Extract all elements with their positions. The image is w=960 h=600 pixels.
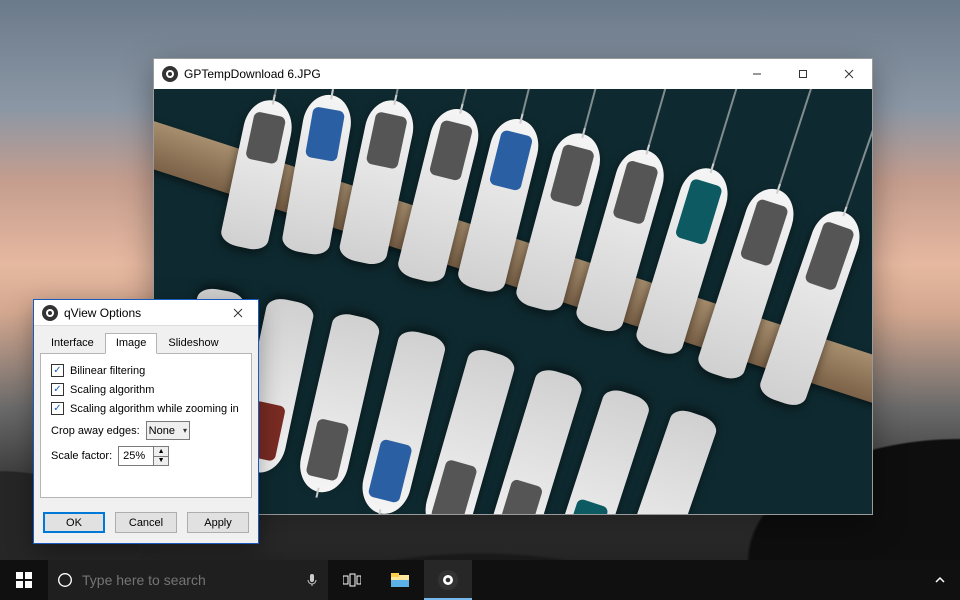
options-dialog-title: qView Options — [64, 306, 218, 320]
options-tabs: Interface Image Slideshow — [40, 332, 252, 354]
tab-slideshow[interactable]: Slideshow — [157, 333, 229, 354]
crop-edges-label: Crop away edges: — [51, 425, 140, 437]
scaling-algorithm-checkbox[interactable]: ✓ Scaling algorithm — [51, 383, 154, 396]
chevron-up-icon — [935, 575, 945, 585]
bilinear-filtering-checkbox[interactable]: ✓ Bilinear filtering — [51, 364, 145, 377]
windows-logo-icon — [16, 572, 32, 588]
ok-button[interactable]: OK — [43, 512, 105, 533]
spinner-up-button[interactable]: ▲ — [154, 447, 168, 456]
taskbar-search[interactable] — [48, 560, 328, 600]
taskbar-app-file-explorer[interactable] — [376, 560, 424, 600]
chevron-down-icon: ▾ — [183, 426, 187, 435]
cancel-button[interactable]: Cancel — [115, 512, 177, 533]
tray-overflow-button[interactable] — [920, 560, 960, 600]
taskbar-search-input[interactable] — [82, 572, 296, 588]
taskbar-app-qview[interactable] — [424, 560, 472, 600]
crop-edges-value: None — [149, 425, 175, 437]
microphone-icon[interactable] — [304, 572, 320, 588]
scale-factor-spinner[interactable]: 25% ▲ ▼ — [118, 446, 169, 466]
scaling-algorithm-label: Scaling algorithm — [70, 384, 154, 396]
options-dialog: qView Options Interface Image Slideshow … — [33, 299, 259, 544]
scaling-zoom-label: Scaling algorithm while zooming in — [70, 403, 239, 415]
tab-interface[interactable]: Interface — [40, 333, 105, 354]
image-viewer-canvas[interactable] — [154, 89, 872, 514]
file-explorer-icon — [391, 573, 409, 587]
apply-button[interactable]: Apply — [187, 512, 249, 533]
task-view-icon — [343, 573, 361, 587]
qview-app-icon — [42, 305, 58, 321]
scale-factor-value: 25% — [119, 447, 153, 465]
image-viewer-window: GPTempDownload 6.JPG — [153, 58, 873, 515]
taskbar-spacer — [472, 560, 920, 600]
image-viewer-titlebar[interactable]: GPTempDownload 6.JPG — [154, 59, 872, 89]
qview-app-icon — [162, 66, 178, 82]
tab-image[interactable]: Image — [105, 333, 158, 354]
task-view-button[interactable] — [328, 560, 376, 600]
taskbar — [0, 560, 960, 600]
dialog-button-row: OK Cancel Apply — [34, 504, 258, 543]
close-button[interactable] — [826, 59, 872, 89]
minimize-button[interactable] — [734, 59, 780, 89]
checkbox-checked-icon: ✓ — [51, 383, 64, 396]
close-button[interactable] — [218, 300, 258, 326]
image-viewer-title: GPTempDownload 6.JPG — [184, 67, 734, 81]
checkbox-checked-icon: ✓ — [51, 364, 64, 377]
bilinear-filtering-label: Bilinear filtering — [70, 365, 145, 377]
scale-factor-label: Scale factor: — [51, 450, 112, 462]
spinner-down-button[interactable]: ▼ — [154, 456, 168, 465]
tab-panel-image: ✓ Bilinear filtering ✓ Scaling algorithm… — [40, 354, 252, 498]
scaling-zoom-checkbox[interactable]: ✓ Scaling algorithm while zooming in — [51, 402, 239, 415]
start-button[interactable] — [0, 560, 48, 600]
options-dialog-titlebar[interactable]: qView Options — [34, 300, 258, 326]
crop-edges-select[interactable]: None ▾ — [146, 421, 190, 440]
cortana-circle-icon — [56, 571, 74, 589]
checkbox-checked-icon: ✓ — [51, 402, 64, 415]
qview-app-icon — [438, 570, 458, 590]
maximize-button[interactable] — [780, 59, 826, 89]
